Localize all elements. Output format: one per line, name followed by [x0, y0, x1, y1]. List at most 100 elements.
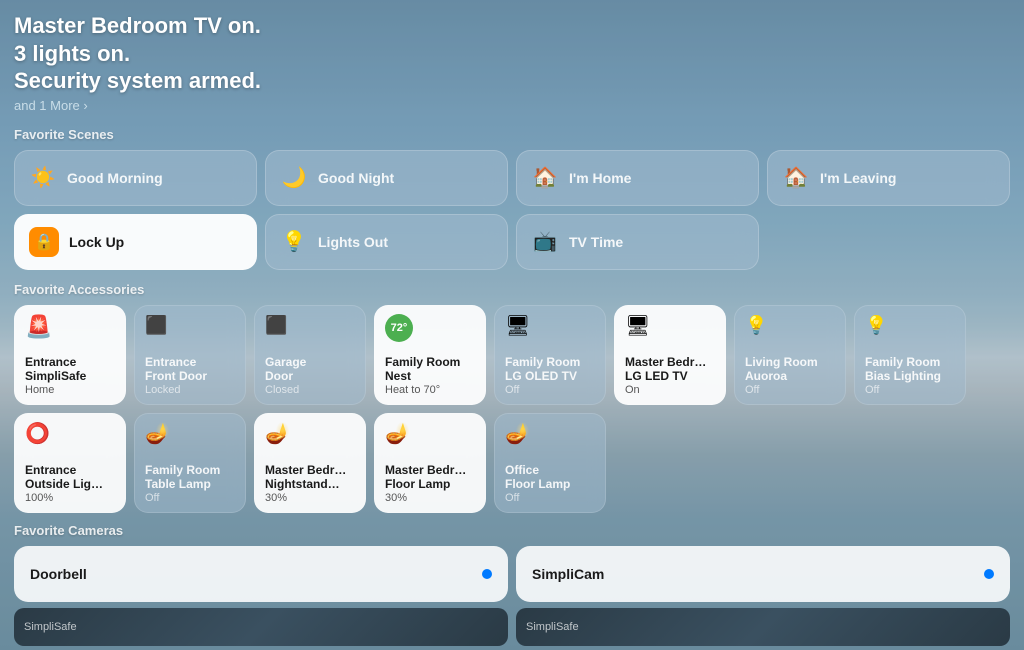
camera-preview-1: SimpliSafe — [14, 608, 508, 646]
cameras-section: Favorite Cameras Doorbell SimpliCam Simp… — [14, 523, 1010, 646]
scene-good-morning[interactable]: ☀️ Good Morning — [14, 150, 257, 206]
bias-lighting-status: Off — [865, 384, 955, 396]
table-lamp-icon: 🪔 — [145, 424, 235, 444]
im-leaving-icon: 🏠 — [782, 165, 810, 190]
garage-door-name: GarageDoor — [265, 355, 355, 384]
nightstand-status: 30% — [265, 492, 355, 504]
tv-time-icon: 📺 — [531, 229, 559, 254]
nightstand-icon: 🪔 — [265, 424, 355, 444]
lights-out-icon: 💡 — [280, 229, 308, 254]
oled-tv-icon: 🖥 — [505, 316, 595, 336]
accessories-row-2: ⭕ EntranceOutside Lig… 100% 🪔 Family Roo… — [14, 413, 1010, 513]
bias-lighting-icon: 💡 — [865, 316, 955, 334]
camera-preview-row: SimpliSafe SimpliSafe — [14, 608, 1010, 646]
accessory-family-room-bias[interactable]: 💡 Family RoomBias Lighting Off — [854, 305, 966, 405]
camera-simplicam[interactable]: SimpliCam — [516, 546, 1010, 602]
master-floor-lamp-name: Master Bedr…Floor Lamp — [385, 463, 475, 492]
lock-up-label: Lock Up — [69, 234, 124, 250]
accessory-family-room-table-lamp[interactable]: 🪔 Family RoomTable Lamp Off — [134, 413, 246, 513]
office-floor-lamp-status: Off — [505, 492, 595, 504]
accessory-family-room-nest[interactable]: 72° Family RoomNest Heat to 70° — [374, 305, 486, 405]
scene-lock-up[interactable]: 🔒 Lock Up — [14, 214, 257, 270]
simplisafe-status: Home — [25, 384, 115, 396]
simplicam-label: SimpliCam — [532, 566, 604, 582]
im-leaving-label: I'm Leaving — [820, 170, 896, 186]
status-line2: 3 lights on. — [14, 40, 1010, 68]
accessory-entrance-simplisafe[interactable]: 🚨 EntranceSimpliSafe Home — [14, 305, 126, 405]
outside-light-icon: ⭕ — [25, 424, 115, 444]
good-morning-label: Good Morning — [67, 170, 163, 186]
accessory-family-room-oled[interactable]: 🖥 Family RoomLG OLED TV Off — [494, 305, 606, 405]
oled-tv-status: Off — [505, 384, 595, 396]
status-main-text: Master Bedroom TV on. 3 lights on. Secur… — [14, 12, 1010, 95]
nest-name: Family RoomNest — [385, 355, 475, 384]
led-tv-icon: 🖥 — [625, 316, 715, 336]
scene-empty — [767, 214, 1010, 270]
simplicam-dot — [984, 569, 994, 579]
oled-tv-name: Family RoomLG OLED TV — [505, 355, 595, 384]
accessory-master-bedr-nightstand[interactable]: 🪔 Master Bedr…Nightstand… 30% — [254, 413, 366, 513]
accessory-master-bedr-led[interactable]: 🖥 Master Bedr…LG LED TV On — [614, 305, 726, 405]
master-floor-lamp-status: 30% — [385, 492, 475, 504]
table-lamp-name: Family RoomTable Lamp — [145, 463, 235, 492]
aurora-name: Living RoomAuoroa — [745, 355, 835, 384]
cameras-section-title: Favorite Cameras — [14, 523, 1010, 538]
nightstand-name: Master Bedr…Nightstand… — [265, 463, 355, 492]
lock-up-icon: 🔒 — [29, 227, 59, 257]
camera-doorbell[interactable]: Doorbell — [14, 546, 508, 602]
accessories-section-title: Favorite Accessories — [14, 282, 1010, 297]
scene-im-home[interactable]: 🏠 I'm Home — [516, 150, 759, 206]
front-door-icon: ⬛ — [145, 316, 235, 334]
good-morning-icon: ☀️ — [29, 165, 57, 190]
garage-door-status: Closed — [265, 384, 355, 396]
office-floor-lamp-icon: 🪔 — [505, 424, 595, 444]
lights-out-label: Lights Out — [318, 234, 388, 250]
aurora-icon: 💡 — [745, 316, 835, 334]
master-floor-lamp-icon: 🪔 — [385, 424, 475, 444]
doorbell-dot — [482, 569, 492, 579]
office-floor-lamp-name: OfficeFloor Lamp — [505, 463, 595, 492]
accessories-row-1: 🚨 EntranceSimpliSafe Home ⬛ EntranceFron… — [14, 305, 1010, 405]
simplisafe-icon: 🚨 — [25, 316, 115, 338]
camera-preview-1-label: SimpliSafe — [24, 621, 77, 633]
accessory-office-floor-lamp[interactable]: 🪔 OfficeFloor Lamp Off — [494, 413, 606, 513]
accessory-entrance-outside[interactable]: ⭕ EntranceOutside Lig… 100% — [14, 413, 126, 513]
tv-time-label: TV Time — [569, 234, 623, 250]
led-tv-status: On — [625, 384, 715, 396]
status-more[interactable]: and 1 More › — [14, 98, 1010, 113]
accessory-living-room-aurora[interactable]: 💡 Living RoomAuoroa Off — [734, 305, 846, 405]
doorbell-label: Doorbell — [30, 566, 87, 582]
status-header: Master Bedroom TV on. 3 lights on. Secur… — [14, 12, 1010, 113]
front-door-name: EntranceFront Door — [145, 355, 235, 384]
camera-preview-2: SimpliSafe — [516, 608, 1010, 646]
led-tv-name: Master Bedr…LG LED TV — [625, 355, 715, 384]
im-home-icon: 🏠 — [531, 165, 559, 190]
accessories-section: Favorite Accessories 🚨 EntranceSimpliSaf… — [14, 282, 1010, 513]
camera-preview-2-label: SimpliSafe — [526, 621, 579, 633]
accessory-master-bedr-floor-lamp[interactable]: 🪔 Master Bedr…Floor Lamp 30% — [374, 413, 486, 513]
bias-lighting-name: Family RoomBias Lighting — [865, 355, 955, 384]
accessory-front-door[interactable]: ⬛ EntranceFront Door Locked — [134, 305, 246, 405]
garage-door-icon: ⬛ — [265, 316, 355, 334]
good-night-icon: 🌙 — [280, 165, 308, 190]
scene-im-leaving[interactable]: 🏠 I'm Leaving — [767, 150, 1010, 206]
simplisafe-name: EntranceSimpliSafe — [25, 355, 115, 384]
outside-light-name: EntranceOutside Lig… — [25, 463, 115, 492]
scene-good-night[interactable]: 🌙 Good Night — [265, 150, 508, 206]
accessory-garage-door[interactable]: ⬛ GarageDoor Closed — [254, 305, 366, 405]
good-night-label: Good Night — [318, 170, 394, 186]
aurora-status: Off — [745, 384, 835, 396]
status-line1: Master Bedroom TV on. — [14, 12, 1010, 40]
status-line3: Security system armed. — [14, 67, 1010, 95]
nest-badge: 72° — [385, 314, 413, 342]
outside-light-status: 100% — [25, 492, 115, 504]
table-lamp-status: Off — [145, 492, 235, 504]
im-home-label: I'm Home — [569, 170, 631, 186]
nest-status: Heat to 70° — [385, 384, 475, 396]
scene-tv-time[interactable]: 📺 TV Time — [516, 214, 759, 270]
scene-lights-out[interactable]: 💡 Lights Out — [265, 214, 508, 270]
scenes-grid: ☀️ Good Morning 🌙 Good Night 🏠 I'm Home … — [14, 150, 1010, 270]
main-content: Master Bedroom TV on. 3 lights on. Secur… — [0, 0, 1024, 650]
front-door-status: Locked — [145, 384, 235, 396]
cameras-grid: Doorbell SimpliCam — [14, 546, 1010, 602]
